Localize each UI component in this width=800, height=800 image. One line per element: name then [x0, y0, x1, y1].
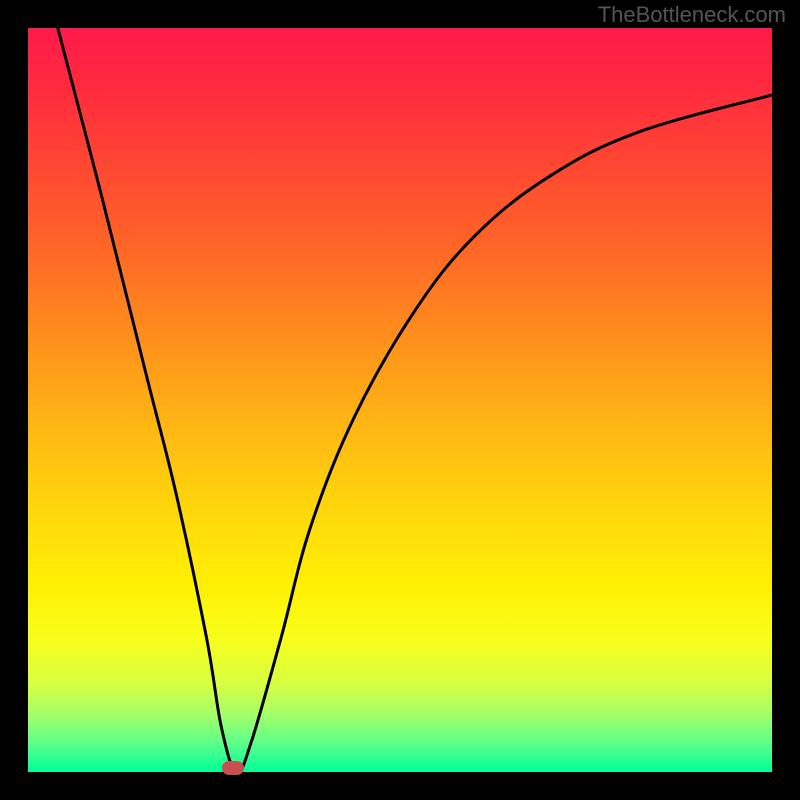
- bottleneck-curve: [58, 28, 772, 772]
- watermark-label: TheBottleneck.com: [598, 2, 786, 28]
- chart-gradient-area: [28, 28, 772, 772]
- minimum-marker: [222, 761, 244, 775]
- chart-svg: [28, 28, 772, 772]
